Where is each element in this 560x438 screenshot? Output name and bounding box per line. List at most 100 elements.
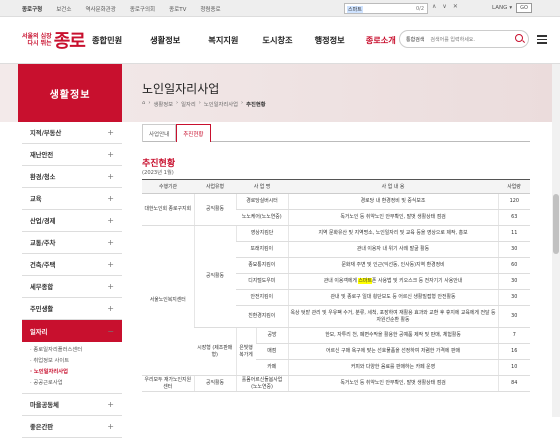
plus-icon: + (107, 260, 114, 269)
find-close-icon[interactable]: ✕ (453, 3, 458, 10)
content-cell: 옥상 텃밭 관리 및 우유팩 수거, 분류, 세척, 포장하여 재활용 효과와 … (287, 305, 499, 328)
content-cell: 어르신 구매 욕구에 맞는 선호물품을 선정하여 저렴한 가격에 판매 (287, 343, 499, 360)
find-next-icon[interactable]: ∨ (442, 3, 446, 10)
go-button[interactable]: GO (516, 3, 532, 13)
sidebar-item-label: 주민생활 (30, 306, 54, 313)
sidebar-item-3[interactable]: 환경/청소 + (22, 166, 122, 188)
search-placeholder: 검색어를 입력하세요. (430, 36, 475, 43)
qty-cell: 11 (497, 225, 531, 242)
status-table: 수행기관 사업유형 사 업 명 사 업 내 용 사업량 대한노인회 종로구지회 … (142, 179, 531, 392)
sidebar-item-label: 건축/주택 (30, 262, 56, 269)
logo-slogan-2: 다시 뛰는 (27, 40, 52, 47)
sidebar-item-4[interactable]: 교육 + (22, 188, 122, 210)
find-highlight: 스마트 (358, 278, 372, 285)
qty-cell: 30 (497, 305, 531, 328)
name-cell: 안전지킴이 (236, 289, 289, 306)
util-link-6[interactable]: 청렴종로 (200, 5, 220, 13)
plus-icon: + (107, 150, 114, 159)
language-select[interactable]: LANG ▾ GO (492, 3, 532, 13)
menu-item-civil[interactable]: 종합민원 (92, 34, 122, 46)
qty-cell: 30 (497, 289, 531, 306)
chevron-down-icon: ▾ (509, 5, 513, 11)
page-scrollbar[interactable] (552, 64, 560, 417)
menu-item-about[interactable]: 종로소개 (366, 34, 396, 46)
org-cell: 우리모두 재가노인지원센터 (142, 375, 194, 392)
org-cell: 서울노인복지센터 (142, 225, 194, 376)
type-cell: 시장형 (제조판매형) (194, 327, 236, 376)
sidebar-item-label: 좋은간판 (30, 424, 54, 431)
find-controls: ∧ ∨ ✕ (432, 3, 458, 10)
side-nav: 지적/부동산 + 재난안전 + 환경/청소 + 교육 + 산업/경제 + 교통/주차 + 건축/주택 + 세… (22, 122, 122, 438)
subtype-cell: 카페 (256, 359, 289, 376)
qty-cell: 84 (497, 375, 531, 392)
plus-icon: + (107, 216, 114, 225)
submenu-item[interactable]: · 종로일자리플러스센터 (30, 345, 122, 356)
name-cell: 친환경지킴이 (236, 305, 289, 328)
sidebar-item-8[interactable]: 세무종합 + (22, 276, 122, 298)
menu-icon[interactable] (537, 35, 547, 44)
find-query: 스마트 (347, 6, 363, 13)
utility-links: 종로구청 보건소 역사문화관광 종로구의회 종로TV 청렴종로 (22, 5, 221, 13)
plus-icon: + (107, 128, 114, 137)
col-type: 사업유형 (194, 179, 236, 194)
util-link-4[interactable]: 종로구의회 (130, 5, 155, 13)
sidebar-item-5[interactable]: 산업/경제 + (22, 210, 122, 232)
tab-status[interactable]: 추진현황 (176, 124, 211, 142)
find-prev-icon[interactable]: ∧ (432, 3, 436, 10)
col-name: 사 업 명 (236, 179, 289, 194)
menu-item-welfare[interactable]: 복지지원 (208, 34, 238, 46)
sidebar-item-label: 일자리 (30, 328, 48, 336)
name-cell: 노노케어(노노연중) (236, 209, 289, 226)
plus-icon: + (107, 282, 114, 291)
crumb-3[interactable]: 노인일자리사업 (204, 100, 238, 108)
side-heading: 생활정보 (18, 64, 122, 122)
breadcrumb: ⌂ › 생활정보 › 일자리 › 노인일자리사업 › 추진현황 (142, 100, 266, 108)
crumb-2[interactable]: 일자리 (181, 100, 196, 108)
menu-item-life[interactable]: 생활정보 (150, 34, 180, 46)
content-cell: 문화재 주변 및 인근(익선동, 인사동)지역 환경정비 (287, 257, 499, 274)
table-row: 시장형 (제조판매형) 은빛행복가게 공방 한모, 자투리 천, 폐면수막을 활… (142, 327, 531, 376)
util-link-5[interactable]: 종로TV (169, 5, 186, 13)
name-cell: 영상지킴단 (235, 225, 289, 242)
find-in-page-input[interactable]: 스마트 0/2 (344, 3, 428, 14)
type-cell: 공익활동 (193, 225, 236, 328)
sidebar-item-7[interactable]: 건축/주택 + (22, 254, 122, 276)
utility-bar: 종로구청 보건소 역사문화관광 종로구의회 종로TV 청렴종로 스마트 0/2 … (0, 0, 560, 17)
crumb-1[interactable]: 생활정보 (154, 100, 174, 108)
search-icon[interactable] (515, 34, 523, 42)
util-link-3[interactable]: 역사문화관광 (85, 5, 115, 13)
logo-slogan-1: 서울의 심장 (22, 33, 52, 40)
util-link-1[interactable]: 종로구청 (22, 5, 42, 13)
sidebar-item-12[interactable]: 좋은간판 + (22, 416, 122, 438)
tab-guide[interactable]: 사업안내 (142, 124, 177, 142)
logo[interactable]: 서울의 심장 다시 뛰는 종로 (22, 27, 86, 53)
menu-item-city[interactable]: 도시창조 (262, 34, 292, 46)
scrollbar-thumb[interactable] (553, 194, 559, 254)
search-scope[interactable]: 통합검색 (406, 36, 424, 43)
submenu-item[interactable]: · 공공근로사업 (30, 378, 122, 389)
name-cell: 디지털도우미 (236, 273, 289, 290)
sidebar-item-9[interactable]: 주민생활 + (22, 298, 122, 320)
content-cell: 관내 이용객에게 스마트폰 사용법 및 키오스크 등 전자기기 사용안내 (287, 273, 499, 290)
home-icon[interactable]: ⌂ (142, 100, 145, 108)
qty-cell: 30 (497, 241, 531, 258)
util-link-2[interactable]: 보건소 (56, 5, 71, 13)
qty-cell: 16 (497, 343, 531, 360)
crumb-4: 추진현황 (246, 102, 266, 108)
menu-item-admin[interactable]: 행정정보 (315, 34, 345, 46)
search-input[interactable]: 통합검색 검색어를 입력하세요. (399, 30, 529, 48)
submenu-item[interactable]: · 노인일자리사업 (30, 367, 122, 378)
content-tabs: 사업안내 추진현황 (142, 124, 530, 142)
qty-cell: 10 (497, 359, 531, 376)
sidebar-item-label: 재난안전 (30, 152, 54, 159)
submenu-item[interactable]: · 취업정보 사이트 (30, 356, 122, 367)
sidebar-item-1[interactable]: 지적/부동산 + (22, 122, 122, 144)
plus-icon: + (107, 194, 114, 203)
sidebar-item-6[interactable]: 교통/주차 + (22, 232, 122, 254)
sidebar-item-11[interactable]: 마을공동체 + (22, 394, 122, 416)
table-row: 대한노인회 종로구지회 공익활동 경로당실버시터 경로당 내 환경정비 및 중식… (142, 193, 531, 226)
content-cell: 커피와 다양한 음료를 판매하는 카페 운영 (287, 359, 499, 376)
sidebar-item-2[interactable]: 재난안전 + (22, 144, 122, 166)
content-cell: 관내 및 종로구 일대 횡단보도 등 어르신 생활밀접형 안전활동 (287, 289, 499, 306)
sidebar-item-10[interactable]: 일자리 − (22, 320, 122, 342)
